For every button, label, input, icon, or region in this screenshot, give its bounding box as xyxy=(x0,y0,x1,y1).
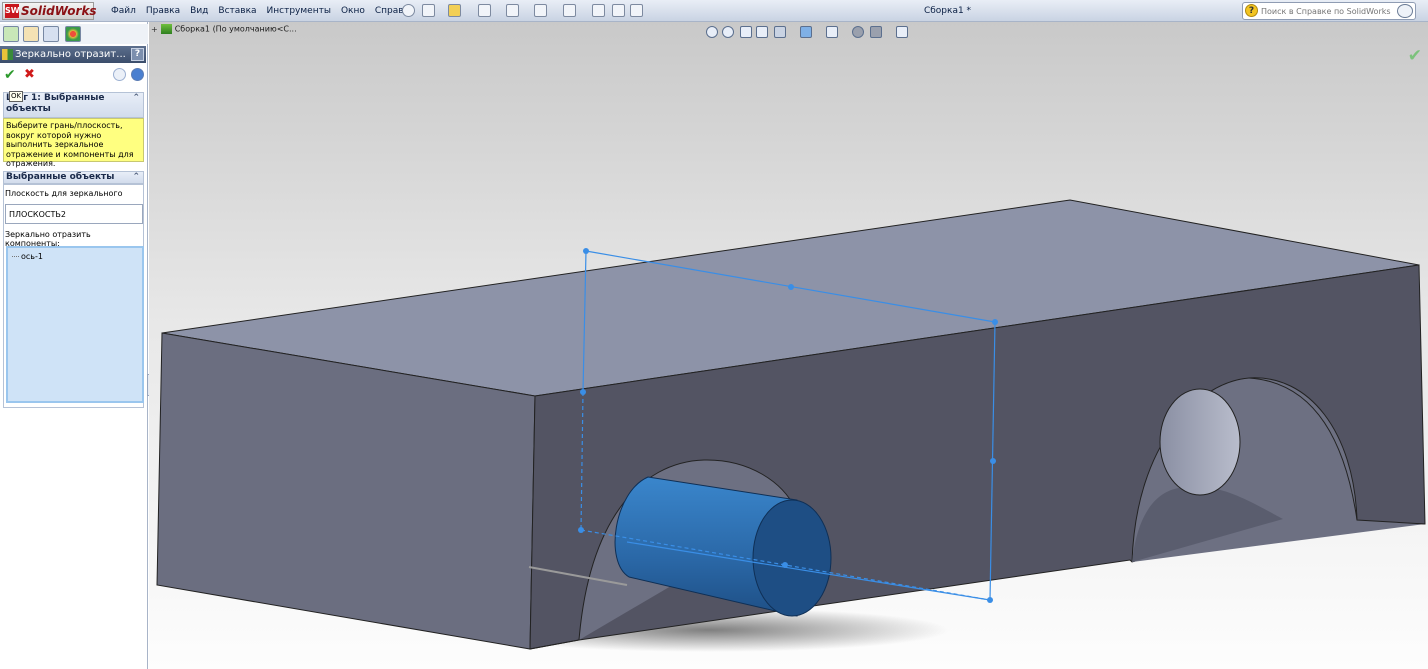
confirmation-corner-ok-icon[interactable]: ✔ xyxy=(1408,48,1422,65)
collapse-chevron-icon[interactable]: ⌃ xyxy=(132,172,140,183)
3d-scene xyxy=(156,199,1426,652)
mirror-components-icon xyxy=(2,49,13,60)
feature-manager-tab[interactable] xyxy=(3,26,19,42)
property-manager-title: Зеркально отразит... xyxy=(15,49,126,60)
appearance-tab[interactable] xyxy=(65,26,81,42)
feature-tree-root-label: Сборка1 (По умолчанию<С... xyxy=(174,24,297,34)
property-manager-tab[interactable] xyxy=(23,26,39,42)
section-view-icon[interactable] xyxy=(756,26,768,38)
display-style-icon[interactable] xyxy=(800,26,812,38)
expand-plus-icon[interactable]: + xyxy=(151,25,158,34)
property-manager-header: Зеркально отразит... ? xyxy=(0,46,146,63)
selection-group-header[interactable]: Выбранные объекты ⌃ xyxy=(3,171,144,184)
search-input[interactable] xyxy=(1261,4,1391,18)
help-button[interactable]: ? xyxy=(131,48,144,61)
configuration-manager-tab[interactable] xyxy=(43,26,59,42)
help-question-icon: ? xyxy=(1245,4,1258,17)
message-text: Выберите грань/плоскость, вокруг которой… xyxy=(3,118,144,168)
edit-appearance-icon[interactable] xyxy=(852,26,864,38)
collapse-chevron-icon[interactable]: ⌃ xyxy=(132,93,140,104)
mirror-plane-field[interactable]: ПЛОСКОСТЬ2 xyxy=(5,204,143,224)
back-arrow-icon[interactable] xyxy=(113,68,126,81)
apply-scene-icon[interactable] xyxy=(870,26,882,38)
selection-group-title: Выбранные объекты xyxy=(6,172,115,182)
cancel-button[interactable]: ✖ xyxy=(24,68,35,82)
assembly-icon xyxy=(160,24,172,34)
previous-view-icon[interactable] xyxy=(740,26,752,38)
view-orientation-icon[interactable] xyxy=(774,26,786,38)
ok-button[interactable]: ✔ xyxy=(4,68,16,82)
zoom-to-area-icon[interactable] xyxy=(722,26,734,38)
list-item[interactable]: ось-1 xyxy=(12,252,43,261)
view-settings-icon[interactable] xyxy=(896,26,908,38)
plane-label: Плоскость для зеркального xyxy=(5,189,123,198)
menu-bar: SW SolidWorks Файл Правка Вид Вставка Ин… xyxy=(0,0,1428,22)
next-arrow-icon[interactable] xyxy=(131,68,144,81)
cylinder-end-face[interactable] xyxy=(752,499,832,617)
property-manager-panel: Зеркально отразит... ? ✔ ✖ Шаг 1: Выбран… xyxy=(0,22,148,669)
graphics-viewport[interactable]: + Сборка1 (По умолчанию<С... ✔ xyxy=(149,22,1428,669)
message-group-header[interactable]: Шаг 1: Выбранные объекты ⌃ xyxy=(3,92,144,118)
manager-tabs xyxy=(0,24,148,44)
help-search[interactable]: ? xyxy=(1242,2,1416,20)
right-bore-hole[interactable] xyxy=(1159,388,1241,496)
feature-tree-root[interactable]: + Сборка1 (По умолчанию<С... xyxy=(151,24,297,34)
hide-show-items-icon[interactable] xyxy=(826,26,838,38)
ok-tooltip: OK xyxy=(9,91,24,102)
search-icon[interactable] xyxy=(1397,4,1413,18)
components-list[interactable]: ось-1 xyxy=(6,246,144,403)
zoom-to-fit-icon[interactable] xyxy=(706,26,718,38)
document-title: Сборка1 * xyxy=(923,6,972,16)
